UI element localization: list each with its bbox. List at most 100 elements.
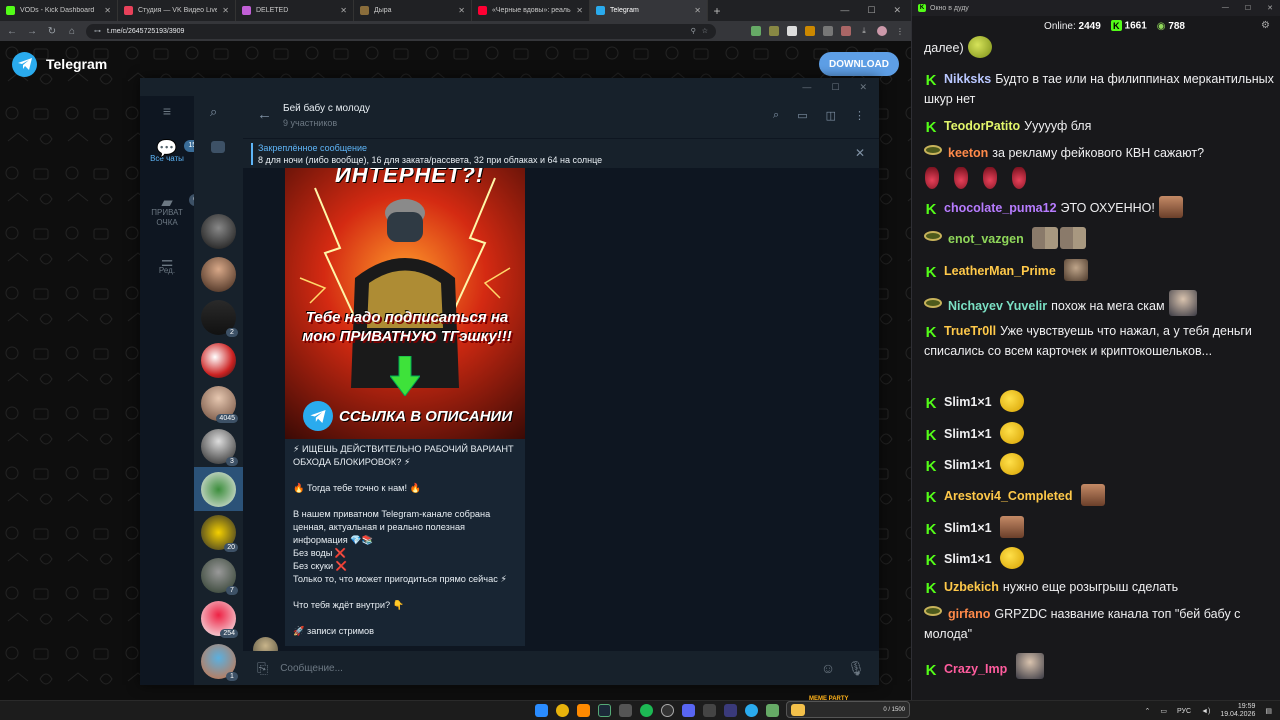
chevron-up-icon[interactable]: ⌃ (1145, 707, 1151, 715)
new-tab-icon[interactable]: + (708, 4, 726, 18)
extension-icon[interactable] (823, 26, 833, 36)
chat-message[interactable]: K Slim1×1 (924, 390, 1276, 412)
chat-avatar[interactable] (201, 343, 236, 378)
tab-close-icon[interactable]: ✕ (694, 6, 701, 15)
chat-message[interactable]: K Arestovi4_Completed (924, 484, 1276, 506)
close-icon[interactable]: ✕ (855, 146, 865, 160)
minimize-icon[interactable]: — (840, 5, 849, 16)
chat-username[interactable]: Crazy_Imp (944, 662, 1007, 676)
notifications-icon[interactable]: ▤ (1265, 707, 1272, 715)
chat-username[interactable]: LeatherMan_Prime (944, 264, 1056, 278)
chat-message[interactable]: K TeodorPatito Уууууф бля (924, 116, 1276, 136)
chat-username[interactable]: Arestovi4_Completed (944, 489, 1073, 503)
chat-message[interactable]: K LeatherMan_Prime (924, 259, 1276, 281)
spotify-icon[interactable] (640, 704, 653, 717)
chat-avatar[interactable]: 20 (201, 515, 238, 552)
clock[interactable]: 19:59 19.04.2026 (1220, 703, 1255, 719)
more-vertical-icon[interactable]: ⋮ (854, 109, 865, 122)
app-icon[interactable] (703, 704, 716, 717)
extension-icon[interactable] (805, 26, 815, 36)
close-icon[interactable]: ✕ (893, 5, 901, 16)
archive-icon[interactable] (211, 141, 225, 153)
chat-message[interactable]: keeton за рекламу фейкового КВН сажают? (924, 143, 1276, 189)
folder-private[interactable]: ▰6 ПРИВАТ ОЧКА (140, 194, 202, 228)
chat-username[interactable]: Slim1×1 (944, 395, 992, 409)
message-input[interactable] (280, 662, 809, 674)
extension-icon[interactable] (751, 26, 761, 36)
chat-message[interactable]: K TrueTr0ll Уже чувствуешь что нажал, а у … (924, 321, 1276, 361)
microphone-icon[interactable]: 🎙 (847, 660, 865, 677)
tab-close-icon[interactable]: ✕ (104, 6, 111, 15)
chat-username[interactable]: Slim1×1 (944, 427, 992, 441)
tab-close-icon[interactable]: ✕ (458, 6, 465, 15)
chat-username[interactable]: keeton (948, 146, 988, 160)
address-bar[interactable]: ⊶ t.me/c/2645725193/3909 ⚲ ☆ (86, 23, 716, 39)
download-button[interactable]: DOWNLOAD (819, 52, 899, 76)
chat-message[interactable]: K Slim1×1 (924, 516, 1276, 538)
browser-tab[interactable]: DELETED ✕ (236, 0, 354, 21)
chat-avatar[interactable]: 4045 (201, 386, 238, 423)
profile-icon[interactable] (877, 26, 887, 36)
comments-icon[interactable]: ▭ (797, 109, 807, 122)
chat-message[interactable]: далее) (924, 36, 1276, 58)
app-icon[interactable] (682, 704, 695, 717)
app-icon[interactable] (724, 704, 737, 717)
search-icon[interactable]: ⌕ (773, 109, 779, 122)
chat-username[interactable]: TrueTr0ll (944, 324, 996, 338)
app-icon[interactable] (577, 704, 590, 717)
site-info-icon[interactable]: ⊶ (94, 27, 101, 35)
chat-username[interactable]: Nikksks (944, 72, 991, 86)
download-icon[interactable]: ⤓ (859, 26, 869, 36)
meme-party-widget[interactable]: MEME PARTY 0 / 1500 (786, 696, 910, 718)
chat-header[interactable]: ← Бей бабу с молоду 9 участников ⌕ ▭ ◫ ⋮ (243, 96, 879, 138)
menu-kebab-icon[interactable]: ⋮ (895, 26, 905, 36)
tab-close-icon[interactable]: ✕ (222, 6, 229, 15)
lang-indicator[interactable]: РУС (1177, 708, 1191, 715)
emoji-icon[interactable]: ☺ (821, 660, 835, 676)
folder-edit[interactable]: ⚌ Ред. (140, 254, 194, 276)
pinned-message-bar[interactable]: Закреплённое сообщение 8 для ночи (либо … (243, 138, 879, 168)
chat-username[interactable]: chocolate_puma12 (944, 201, 1057, 215)
chat-message[interactable]: Nichayev Yuvelir похож на мега скам (924, 290, 1276, 316)
chat-username[interactable]: Nichayev Yuvelir (948, 299, 1047, 313)
maximize-icon[interactable]: ☐ (1245, 4, 1251, 12)
bookmark-star-icon[interactable]: ☆ (702, 27, 708, 35)
chat-username[interactable]: Slim1×1 (944, 552, 992, 566)
chat-message[interactable]: enot_vazgen (924, 227, 1276, 249)
start-icon[interactable] (535, 704, 548, 717)
tab-close-icon[interactable]: ✕ (576, 6, 583, 15)
search-icon[interactable]: ⌕ (210, 104, 217, 120)
chat-avatar[interactable]: 1 (201, 644, 238, 681)
extension-icon[interactable] (769, 26, 779, 36)
back-icon[interactable]: ← (6, 26, 18, 37)
maximize-icon[interactable]: ☐ (831, 82, 839, 93)
chat-username[interactable]: Uzbekich (944, 580, 999, 594)
steam-icon[interactable] (598, 704, 611, 717)
extension-icon[interactable] (787, 26, 797, 36)
minimize-icon[interactable]: — (1222, 4, 1229, 12)
chat-username[interactable]: TeodorPatito (944, 119, 1020, 133)
volume-icon[interactable]: ◄) (1201, 708, 1210, 715)
browser-tab[interactable]: VODs - Kick Dashboard ✕ (0, 0, 118, 21)
chrome-icon[interactable] (556, 704, 569, 717)
gear-icon[interactable]: ⚙ (1261, 20, 1270, 31)
maximize-icon[interactable]: ☐ (867, 5, 875, 16)
folder-all-chats[interactable]: 💬 15 Все чаты (140, 140, 201, 164)
obs-icon[interactable] (661, 704, 674, 717)
chat-avatar[interactable]: 3 (201, 429, 238, 466)
chat-avatar[interactable]: 254 (201, 601, 238, 638)
app-icon[interactable] (766, 704, 779, 717)
home-icon[interactable]: ⌂ (66, 26, 78, 37)
chat-avatar[interactable] (201, 472, 236, 507)
reload-icon[interactable]: ↻ (46, 26, 58, 37)
chat-username[interactable]: Slim1×1 (944, 521, 992, 535)
chat-message[interactable]: K Slim1×1 (924, 453, 1276, 475)
browser-tab[interactable]: Студия — VK Видео Live ✕ (118, 0, 236, 21)
tab-close-icon[interactable]: ✕ (340, 6, 347, 15)
hamburger-menu-icon[interactable]: ≡ (140, 104, 194, 118)
chat-message[interactable]: girfano GRPZDC название канала топ "бей б… (924, 604, 1276, 644)
chat-message[interactable]: K Slim1×1 (924, 422, 1276, 444)
chat-message[interactable]: K Slim1×1 (924, 547, 1276, 569)
chat-avatar[interactable] (201, 214, 236, 249)
chat-username[interactable]: girfano (948, 607, 990, 621)
